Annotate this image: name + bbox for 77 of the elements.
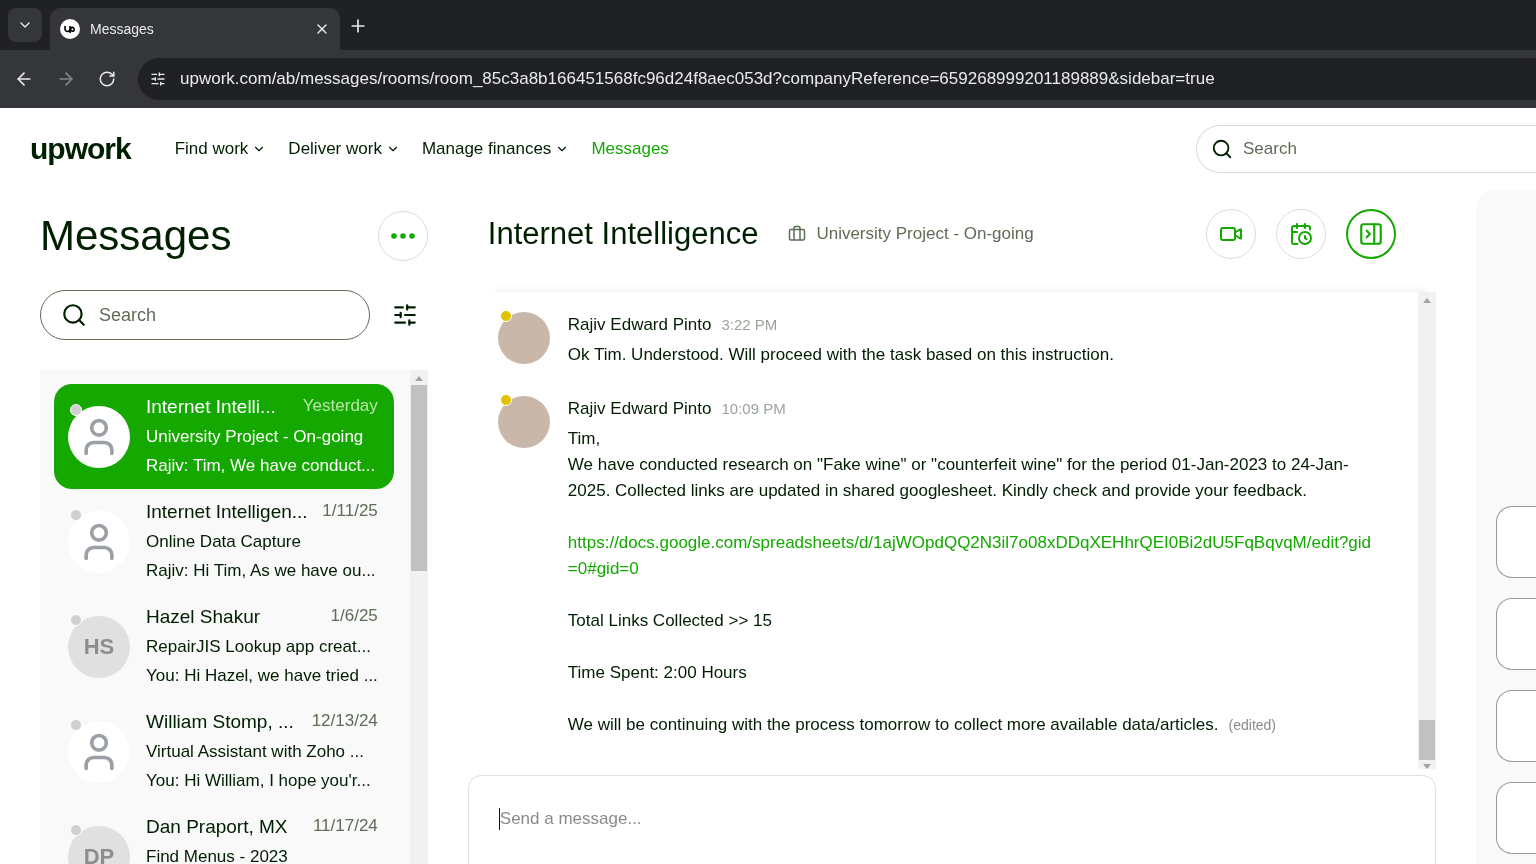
initials-avatar: HS [68,616,130,678]
contact-name: William Stomp, ... [146,711,294,733]
scrollbar[interactable] [409,370,428,864]
panel-button[interactable] [1496,690,1536,762]
video-call-button[interactable] [1206,209,1256,260]
message-date: 1/6/25 [330,606,378,627]
message-time: 10:09 PM [721,399,786,420]
panel-button[interactable] [1496,782,1536,854]
reload-icon[interactable] [98,70,116,88]
project-label: University Project - On-going [816,224,1034,245]
message-time: 3:22 PM [721,315,778,336]
address-bar[interactable]: upwork.com/ab/messages/rooms/room_85c3a8b166451568fc96d24f8aec053d?companyReference=659268999201189889&sidebar=true [138,58,1536,100]
panel-button[interactable] [1496,598,1536,670]
sender-name: Rajiv Edward Pinto [567,398,712,421]
status-dot [70,824,82,836]
search-icon [1211,138,1233,160]
panel-button[interactable] [1496,506,1536,578]
search-field[interactable]: Search [40,290,370,340]
initials-avatar: DP [68,826,130,864]
project-title: Online Data Capture [146,532,302,552]
message-preview: You: Hi Hazel, we have tried ... [146,666,378,686]
url-text: upwork.com/ab/messages/rooms/room_85c3a8b166451568fc96d24f8aec053d?companyReference=659268999201189889&sidebar=true [180,69,1215,89]
edited-label: (edited) [1228,717,1276,734]
project-title: Find Menus - 2023 [146,847,289,864]
conversation-item[interactable]: HS Hazel Shakur 1/6/25 RepairJIS Lookup app creat... You: Hi Hazel, we have tried ... [54,594,394,699]
nav-link[interactable]: Deliver work [288,139,400,159]
sender-name: Rajiv Edward Pinto [567,314,712,337]
tab-list-button[interactable] [8,8,42,42]
contact-name: Internet Intelligen... [146,501,308,523]
message-preview: Rajiv: Tim, We have conduct... [146,456,377,476]
message-text: We have conducted research on "Fake wine" or "counterfeit wine" for the period 01-Jan-2023 to 24-Jan-2025. Collected links are updated in shared googlesheet. Kindly check and provide your feedback. [567,455,1349,501]
message-text: Ok Tim. Understood. Will proceed with the task based on this instruction. [567,345,1114,365]
project-title: RepairJIS Lookup app creat... [146,637,372,657]
project-title: University Project - On-going [146,427,365,447]
conversation-item[interactable]: Internet Intelligen... 1/11/25 Online Data Capture Rajiv: Hi Tim, As we have ou... [54,489,394,594]
contact-name: Dan Praport, MX [146,816,288,838]
message-date: Yesterday [302,396,378,417]
nav-link[interactable]: Manage finances [421,139,570,159]
calendar-clock-icon [1289,222,1313,247]
photo-placeholder [497,396,550,449]
scrollbar[interactable] [1418,292,1436,769]
panel-icon [1358,221,1384,248]
message-preview: You: Hi William, I hope you'r... [146,771,372,791]
browser-tab[interactable]: Messages [50,8,340,50]
conversation-item[interactable]: DP Dan Praport, MX 11/17/24 Find Menus - 2023 [54,804,394,864]
message-date: 12/13/24 [311,711,378,732]
contact-name: Internet Intelli... [146,396,276,418]
status-dot [499,310,512,323]
status-dot [70,404,82,416]
status-dot [70,509,82,521]
contact-name: Hazel Shakur [146,606,261,628]
sidebar-toggle-button[interactable] [1346,209,1396,260]
message-date: 1/11/25 [322,501,378,522]
page-title: Messages [40,212,232,260]
search-icon [61,302,87,328]
schedule-button[interactable] [1276,209,1326,260]
more-options-button[interactable] [377,211,428,261]
site-settings-icon[interactable] [150,71,166,87]
project-title: Virtual Assistant with Zoho ... [146,742,365,762]
site-icon [60,19,80,39]
message-text: Total Links Collected >> 15 [567,611,772,631]
message-date: 11/17/24 [312,816,378,837]
nav-link[interactable]: Find work [174,139,267,159]
room-title: Internet Intelligence [487,216,759,253]
status-dot [70,614,82,626]
logo[interactable]: upwork [30,132,131,166]
message-text: We will be continuing with the process tomorrow to collect more available data/articles. [567,715,1219,735]
message-text: Time Spent: 2:00 Hours [567,663,747,683]
briefcase-icon [788,225,807,244]
message-preview: Rajiv: Hi Tim, As we have ou... [146,561,377,581]
filter-icon[interactable] [392,302,418,328]
status-dot [70,719,82,731]
message-text: Tim, [567,429,601,449]
status-dot [499,394,512,407]
more-icon [390,233,415,239]
photo-placeholder [497,312,550,365]
conversation-item[interactable]: William Stomp, ... 12/13/24 Virtual Assistant with Zoho ... You: Hi William, I hope you'r... [54,699,394,804]
